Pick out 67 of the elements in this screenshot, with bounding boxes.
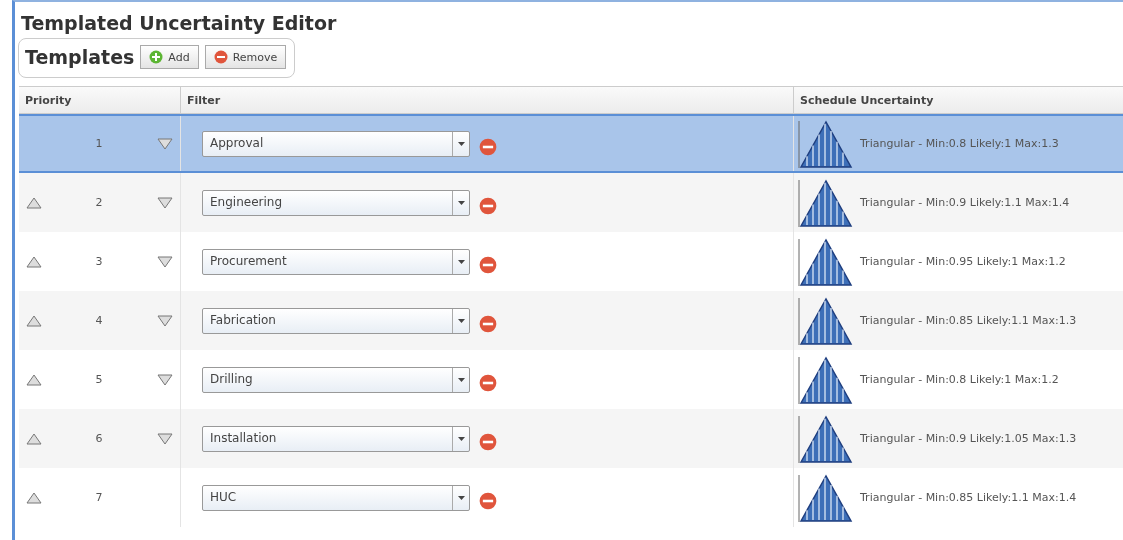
caret-icon	[457, 200, 465, 205]
caret-icon	[457, 318, 465, 323]
caret-icon	[457, 377, 465, 382]
uncertainty-text: Triangular - Min:0.85 Likely:1.1 Max:1.3	[860, 314, 1077, 327]
priority-number: 6	[94, 432, 104, 445]
move-up-icon[interactable]	[26, 196, 42, 209]
minus-icon	[213, 50, 228, 64]
move-down-icon[interactable]	[157, 196, 173, 209]
priority-number: 3	[94, 255, 104, 268]
column-header[interactable]: Filter	[181, 87, 794, 113]
triangular-distribution-icon	[798, 236, 854, 287]
move-down-icon[interactable]	[157, 314, 173, 327]
filter-dropdown[interactable]: Fabrication	[202, 307, 470, 334]
column-header[interactable]: Schedule Uncertainty	[794, 87, 1123, 113]
priority-number: 2	[94, 196, 104, 209]
triangular-distribution-icon	[798, 413, 854, 464]
triangular-distribution-icon	[798, 295, 854, 346]
caret-icon	[457, 436, 465, 441]
remove-icon[interactable]	[479, 314, 497, 333]
move-up-icon[interactable]	[26, 491, 42, 504]
column-header[interactable]: Priority	[19, 87, 181, 113]
group-title: Templates	[25, 46, 135, 68]
uncertainty-text: Triangular - Min:0.8 Likely:1 Max:1.3	[860, 137, 1059, 150]
filter-dropdown[interactable]: Procurement	[202, 248, 470, 275]
remove-icon[interactable]	[479, 491, 497, 510]
triangular-distribution-icon	[798, 118, 854, 169]
remove-icon[interactable]	[479, 432, 497, 451]
filter-dropdown[interactable]: Installation	[202, 425, 470, 452]
move-up-icon[interactable]	[26, 373, 42, 386]
filter-dropdown[interactable]: HUC	[202, 484, 470, 511]
triangular-distribution-icon	[798, 354, 854, 405]
uncertainty-text: Triangular - Min:0.9 Likely:1.1 Max:1.4	[860, 196, 1070, 209]
caret-icon	[457, 141, 465, 146]
remove-icon[interactable]	[479, 196, 497, 215]
plus-icon	[149, 50, 164, 64]
table-row[interactable]: 2 Engineering Triangular - Min:0.9 Likely:1.1 Max:1.4	[19, 173, 1123, 232]
move-down-icon[interactable]	[157, 255, 173, 268]
table-row[interactable]: 4 Fabrication Triangular - Min:0.85 Likely:1.1 Max:1.3	[19, 291, 1123, 350]
add-button[interactable]: Add	[140, 45, 199, 69]
priority-number: 4	[94, 314, 104, 327]
triangular-distribution-icon	[798, 472, 854, 523]
uncertainty-text: Triangular - Min:0.9 Likely:1.05 Max:1.3	[860, 432, 1077, 445]
triangular-distribution-icon	[798, 177, 854, 228]
uncertainty-text: Triangular - Min:0.95 Likely:1 Max:1.2	[860, 255, 1066, 268]
move-down-icon[interactable]	[157, 432, 173, 445]
window-title: Templated Uncertainty Editor	[20, 11, 338, 36]
move-up-icon[interactable]	[26, 255, 42, 268]
filter-dropdown[interactable]: Drilling	[202, 366, 470, 393]
filter-dropdown[interactable]: Approval	[202, 130, 470, 157]
move-up-icon[interactable]	[26, 314, 42, 327]
move-down-icon[interactable]	[157, 373, 173, 386]
remove-icon[interactable]	[479, 373, 497, 392]
priority-number: 1	[94, 137, 104, 150]
move-up-icon[interactable]	[26, 432, 42, 445]
priority-number: 7	[94, 491, 104, 504]
move-down-icon[interactable]	[157, 137, 173, 150]
caret-icon	[457, 259, 465, 264]
table-row[interactable]: 6 Installation Triangular - Min:0.9 Likely:1.05 Max:1.3	[19, 409, 1123, 468]
uncertainty-text: Triangular - Min:0.85 Likely:1.1 Max:1.4	[860, 491, 1077, 504]
remove-button[interactable]: Remove	[204, 45, 287, 69]
uncertainty-text: Triangular - Min:0.8 Likely:1 Max:1.2	[860, 373, 1059, 386]
caret-icon	[457, 495, 465, 500]
filter-dropdown[interactable]: Engineering	[202, 189, 470, 216]
priority-number: 5	[94, 373, 104, 386]
remove-icon[interactable]	[479, 137, 497, 156]
remove-icon[interactable]	[479, 255, 497, 274]
table-row[interactable]: 1 Approval Triangular - Min:0.8 Likely:1 Max:1.3	[19, 114, 1123, 173]
